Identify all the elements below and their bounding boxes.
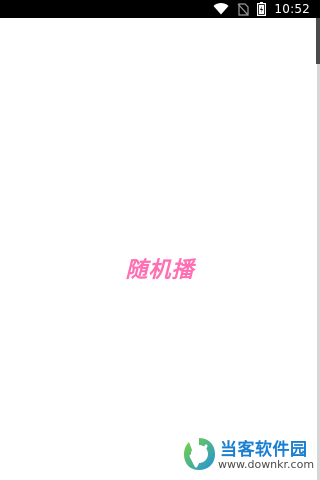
watermark-brand: 当客软件园 (220, 440, 308, 460)
battery-icon (257, 2, 267, 16)
status-icons: 10:52 (213, 0, 310, 18)
app-splash-title: 随机播 (125, 258, 195, 283)
no-sim-icon (237, 2, 250, 16)
watermark-url: www.downkr.com (218, 458, 315, 471)
watermark: 当客软件园 www.downkr.com (180, 432, 318, 476)
status-time: 10:52 (274, 2, 310, 16)
watermark-logo-icon (182, 436, 216, 472)
wifi-icon (213, 3, 229, 15)
status-bar: 10:52 (0, 0, 320, 18)
scroll-thumb[interactable] (316, 18, 320, 64)
